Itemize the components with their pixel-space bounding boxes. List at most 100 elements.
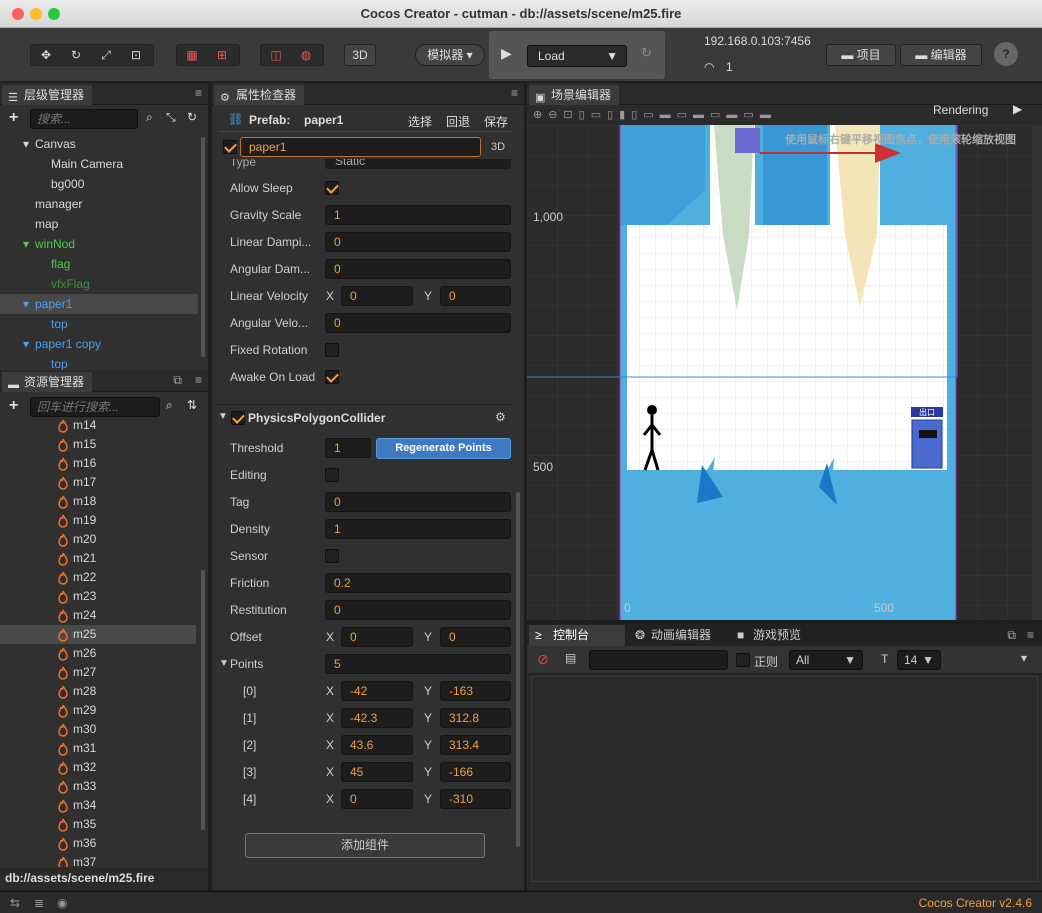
points-expand-arrow-icon[interactable]: ▼ — [219, 658, 229, 669]
scale-tool-icon[interactable]: ⤢ — [91, 45, 121, 65]
simulator-dropdown[interactable]: 模拟器 ▾ — [415, 44, 485, 66]
node-name-input[interactable]: paper1 — [240, 137, 481, 157]
node-active-checkbox[interactable] — [223, 140, 237, 154]
collapse-console-icon[interactable]: ▾ — [1021, 651, 1027, 665]
y-input[interactable]: 0 — [440, 627, 511, 647]
project-button[interactable]: ▬ 项目 — [826, 44, 896, 66]
sort-icon[interactable]: ⇅ — [187, 398, 197, 412]
asset-item[interactable]: m26 — [0, 644, 196, 663]
assets-scrollbar[interactable] — [201, 570, 205, 830]
property-checkbox[interactable] — [325, 343, 339, 357]
property-input[interactable]: 0.2 — [325, 573, 511, 593]
expand-arrow-icon[interactable]: ▾ — [23, 334, 29, 354]
tree-node[interactable]: bg000 — [0, 174, 198, 194]
asset-item[interactable]: m25 — [0, 625, 196, 644]
scene-canvas[interactable]: 出口 1,000 500 0 500 使用鼠标右键平移视图焦点，使用滚轮缩放视图 — [527, 125, 1032, 620]
property-checkbox[interactable] — [325, 370, 339, 384]
property-checkbox[interactable] — [325, 181, 339, 195]
asset-item[interactable]: m20 — [0, 530, 196, 549]
y-input[interactable]: -310 — [440, 789, 511, 809]
property-checkbox[interactable] — [325, 549, 339, 563]
asset-item[interactable]: m24 — [0, 606, 196, 625]
property-input[interactable]: 0 — [325, 313, 511, 333]
asset-item[interactable]: m30 — [0, 720, 196, 739]
console-output[interactable] — [531, 676, 1038, 882]
snap-icon[interactable]: ◫ — [261, 45, 291, 65]
hierarchy-scrollbar[interactable] — [201, 137, 205, 357]
move-tool-icon[interactable]: ✥ — [31, 45, 61, 65]
tree-node[interactable]: flag — [0, 254, 198, 274]
zoom-window-button[interactable] — [48, 8, 60, 20]
globe-icon[interactable]: ◍ — [291, 45, 321, 65]
property-input[interactable]: 0 — [325, 492, 511, 512]
assets-search-input[interactable]: 回车进行搜索... — [30, 397, 160, 417]
pivot-toggle-icon[interactable]: ▦ — [177, 45, 207, 65]
eye-icon[interactable]: ◉ — [57, 896, 67, 910]
help-icon[interactable]: ? — [994, 42, 1018, 66]
close-window-button[interactable] — [12, 8, 24, 20]
scene-tab[interactable]: ▣ 场景编辑器 — [529, 85, 620, 105]
regex-checkbox[interactable] — [736, 653, 750, 667]
mode-3d-button[interactable]: 3D — [344, 44, 376, 66]
console-tab[interactable]: ≥ 控制台 — [529, 625, 625, 646]
type-dropdown[interactable]: Static — [325, 159, 511, 169]
hierarchy-search-input[interactable]: 搜索... — [30, 109, 138, 129]
log-file-icon[interactable]: ▤ — [565, 651, 576, 665]
collapse-arrow-icon[interactable]: ▼ — [218, 411, 228, 422]
popout-icon[interactable]: ⧉ — [173, 373, 182, 388]
property-input[interactable]: 0 — [325, 232, 511, 252]
load-dropdown[interactable]: Load ▼ — [527, 45, 627, 67]
prefab-select-button[interactable]: 选择 — [408, 113, 432, 130]
asset-item[interactable]: m37 — [0, 853, 196, 867]
add-node-icon[interactable]: + — [9, 109, 18, 127]
asset-item[interactable]: m16 — [0, 454, 196, 473]
asset-item[interactable]: m33 — [0, 777, 196, 796]
exit-door[interactable] — [911, 419, 943, 469]
expand-arrow-icon[interactable]: ▾ — [23, 134, 29, 154]
asset-item[interactable]: m29 — [0, 701, 196, 720]
property-checkbox[interactable] — [325, 468, 339, 482]
x-input[interactable]: -42.3 — [341, 708, 413, 728]
search-icon[interactable]: ⌕ — [146, 110, 153, 125]
add-asset-icon[interactable]: + — [9, 397, 18, 415]
assets-tab[interactable]: ▬ 资源管理器 — [2, 372, 93, 392]
tree-node[interactable]: vfxFlag — [0, 274, 198, 294]
font-size-dropdown[interactable]: 14 ▼ — [897, 650, 941, 670]
asset-item[interactable]: m21 — [0, 549, 196, 568]
local-global-icon[interactable]: ⊞ — [207, 45, 237, 65]
regenerate-points-button[interactable]: Regenerate Points — [376, 438, 511, 459]
asset-item[interactable]: m17 — [0, 473, 196, 492]
y-input[interactable]: 312.8 — [440, 708, 511, 728]
tree-node[interactable]: top — [0, 354, 198, 370]
x-input[interactable]: 45 — [341, 762, 413, 782]
game-preview-tab[interactable]: ■ 游戏预览 — [733, 625, 801, 646]
prefab-revert-button[interactable]: 回退 — [446, 113, 470, 130]
menu-icon[interactable]: ≡ — [195, 86, 202, 100]
tree-node[interactable]: map — [0, 214, 198, 234]
x-input[interactable]: 0 — [341, 789, 413, 809]
property-input[interactable]: 0 — [325, 600, 511, 620]
tree-node[interactable]: ▾ paper1 copy — [0, 334, 198, 354]
popout-icon[interactable]: ⧉ — [1007, 628, 1016, 643]
y-input[interactable]: -166 — [440, 762, 511, 782]
rendering-dropdown[interactable]: Rendering — [933, 103, 988, 117]
property-input[interactable]: 1 — [325, 519, 511, 539]
x-input[interactable]: 43.6 — [341, 735, 413, 755]
editor-button[interactable]: ▬ 编辑器 — [900, 44, 982, 66]
asset-item[interactable]: m23 — [0, 587, 196, 606]
y-input[interactable]: 313.4 — [440, 735, 511, 755]
menu-icon[interactable]: ≡ — [1027, 628, 1034, 642]
property-input[interactable]: 1 — [325, 205, 511, 225]
sync-icon[interactable]: ⇆ — [10, 896, 20, 910]
tree-node[interactable]: ▾ winNod — [0, 234, 198, 254]
menu-icon[interactable]: ≡ — [195, 373, 202, 387]
property-input[interactable]: 0 — [325, 259, 511, 279]
rotate-tool-icon[interactable]: ↻ — [61, 45, 91, 65]
asset-item[interactable]: m27 — [0, 663, 196, 682]
camera-icon[interactable]: ▶ — [1013, 102, 1022, 116]
y-input[interactable]: 0 — [440, 286, 511, 306]
asset-item[interactable]: m19 — [0, 511, 196, 530]
clear-icon[interactable]: ⊘ — [537, 651, 549, 668]
tree-node[interactable]: Main Camera — [0, 154, 198, 174]
rect-tool-icon[interactable]: ⊡ — [121, 45, 151, 65]
